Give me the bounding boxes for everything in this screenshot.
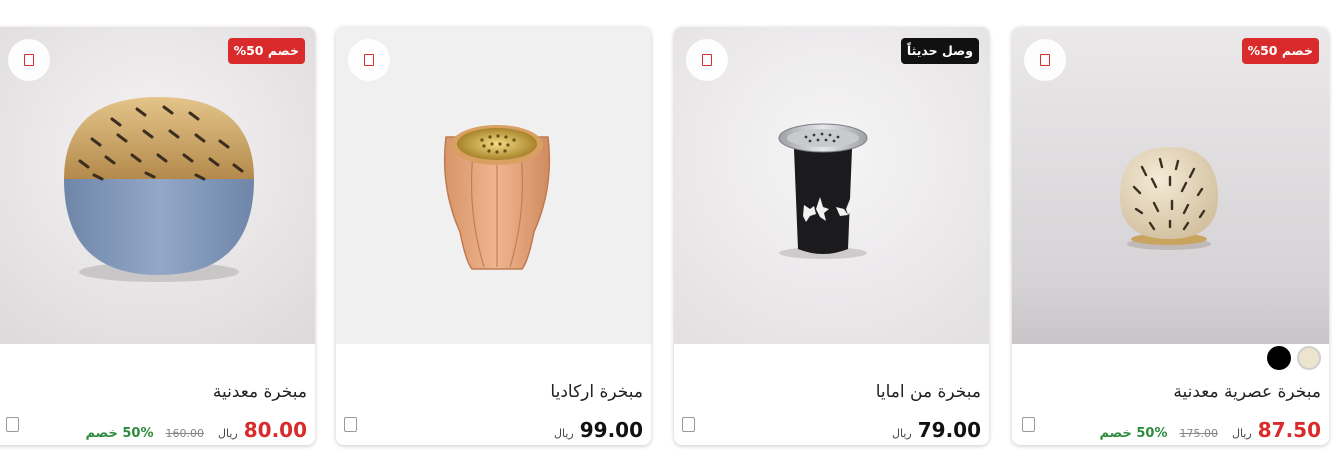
- price-row: 80.00 ريال 160.00 50% خصم: [85, 418, 307, 442]
- product-card[interactable]: خصم 50% مبخرة عصرية معدنية 87.50 ريال 17…: [1012, 27, 1329, 445]
- product-price: 80.00: [243, 418, 307, 442]
- color-swatches: [1267, 346, 1321, 370]
- wishlist-icon: [1040, 54, 1050, 66]
- product-card[interactable]: وصل حديثاً مبخرة من امايا 79.00 ريال: [674, 27, 989, 445]
- new-arrival-badge: وصل حديثاً: [900, 38, 979, 64]
- wishlist-icon: [364, 54, 374, 66]
- currency-label: ريال: [892, 427, 912, 440]
- currency-label: ريال: [554, 427, 574, 440]
- wishlist-button[interactable]: [1024, 39, 1066, 81]
- compare-checkbox[interactable]: [6, 417, 19, 432]
- price-row: 79.00 ريال: [892, 418, 981, 442]
- color-swatch-cream[interactable]: [1297, 346, 1321, 370]
- product-price: 87.50: [1257, 418, 1321, 442]
- wishlist-icon: [24, 54, 34, 66]
- compare-checkbox[interactable]: [682, 417, 695, 432]
- product-name[interactable]: مبخرة معدنية: [213, 382, 307, 402]
- discount-badge: خصم 50%: [227, 38, 305, 64]
- product-price: 99.00: [579, 418, 643, 442]
- compare-checkbox[interactable]: [344, 417, 357, 432]
- original-price: 175.00: [1179, 427, 1219, 440]
- discount-badge: خصم 50%: [1241, 38, 1319, 64]
- currency-label: ريال: [218, 427, 238, 440]
- product-price: 79.00: [917, 418, 981, 442]
- wishlist-button[interactable]: [8, 39, 50, 81]
- color-swatch-black[interactable]: [1267, 346, 1291, 370]
- product-card[interactable]: مبخرة اركاديا 99.00 ريال: [336, 27, 651, 445]
- original-price: 160.00: [165, 427, 205, 440]
- price-row: 99.00 ريال: [554, 418, 643, 442]
- wishlist-button[interactable]: [686, 39, 728, 81]
- currency-label: ريال: [1232, 427, 1252, 440]
- compare-checkbox[interactable]: [1022, 417, 1035, 432]
- discount-label: 50% خصم: [1099, 426, 1168, 441]
- product-name[interactable]: مبخرة عصرية معدنية: [1173, 382, 1321, 402]
- wishlist-icon: [702, 54, 712, 66]
- product-name[interactable]: مبخرة اركاديا: [550, 382, 643, 402]
- product-image[interactable]: [0, 27, 315, 344]
- price-row: 87.50 ريال 175.00 50% خصم: [1099, 418, 1321, 442]
- wishlist-button[interactable]: [348, 39, 390, 81]
- product-name[interactable]: مبخرة من امايا: [876, 382, 981, 402]
- product-card[interactable]: خصم 50% مبخرة معدنية 80.00 ريال 160.00 5…: [0, 27, 315, 445]
- discount-label: 50% خصم: [85, 426, 154, 441]
